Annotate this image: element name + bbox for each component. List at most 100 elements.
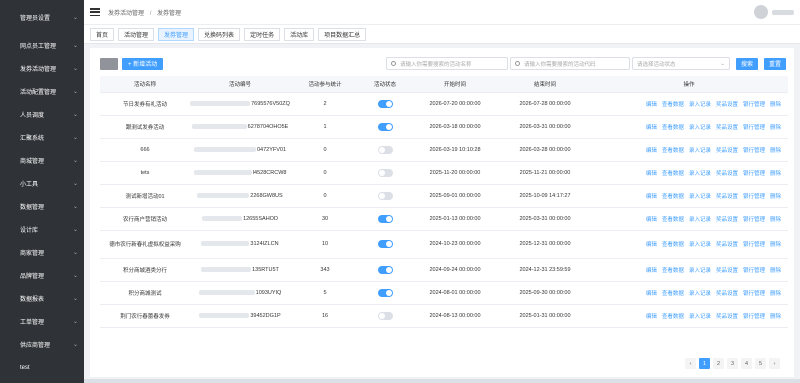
operation-link[interactable]: 编辑 [646,100,657,108]
reset-button[interactable]: 重置 [763,57,786,70]
sidebar-item[interactable]: 设计库 ⌄ [0,218,84,241]
operation-link[interactable]: 编辑 [646,169,657,177]
operation-link[interactable]: 编辑 [646,123,657,131]
sidebar-item[interactable]: test [0,356,84,379]
operation-link[interactable]: 银行管理 [743,169,765,177]
operation-link[interactable]: 录入记录 [689,240,711,248]
search-button[interactable]: 搜索 [735,57,758,70]
sidebar-item[interactable]: 品牌管理 ⌄ [0,264,84,287]
add-activity-button[interactable]: + 新增活动 [122,57,164,70]
status-toggle[interactable] [377,311,393,320]
operation-link[interactable]: 奖品设置 [716,146,738,154]
operation-link[interactable]: 银行管理 [743,312,765,320]
operation-link[interactable]: 录入记录 [689,312,711,320]
sidebar-item[interactable]: 发券活动管理 ⌄ [0,57,84,80]
status-toggle[interactable] [377,168,393,177]
operation-link[interactable]: 银行管理 [743,123,765,131]
operation-link[interactable]: 查看数据 [662,240,684,248]
operation-link[interactable]: 奖品设置 [716,169,738,177]
page-number[interactable]: 4 [741,358,752,369]
activity-name-search-input[interactable]: 请输入你需要搜索的活动名称 [385,57,508,70]
operation-link[interactable]: 银行管理 [743,240,765,248]
tab[interactable]: 发券管理 [158,27,195,41]
operation-link[interactable]: 删除 [770,100,781,108]
operation-link[interactable]: 删除 [770,266,781,274]
operation-link[interactable]: 查看数据 [662,289,684,297]
hamburger-icon[interactable] [90,8,100,16]
tab[interactable]: 活动库 [284,27,315,41]
operation-link[interactable]: 删除 [770,289,781,297]
operation-link[interactable]: 录入记录 [689,100,711,108]
sidebar-item[interactable]: 工单管理 ⌄ [0,310,84,333]
operation-link[interactable]: 删除 [770,192,781,200]
sidebar-item[interactable]: 汇聚系统 ⌄ [0,126,84,149]
operation-link[interactable]: 奖品设置 [716,266,738,274]
operation-link[interactable]: 查看数据 [662,312,684,320]
status-toggle[interactable] [377,265,393,274]
operation-link[interactable]: 查看数据 [662,100,684,108]
operation-link[interactable]: 删除 [770,146,781,154]
tab[interactable]: 首页 [90,27,115,41]
operation-link[interactable]: 编辑 [646,289,657,297]
sidebar-item[interactable]: 活动配置管理 ⌄ [0,80,84,103]
sidebar-item[interactable]: 人员调度 ⌄ [0,103,84,126]
operation-link[interactable]: 奖品设置 [716,240,738,248]
operation-link[interactable]: 奖品设置 [716,215,738,223]
operation-link[interactable]: 删除 [770,215,781,223]
operation-link[interactable]: 奖品设置 [716,312,738,320]
operation-link[interactable]: 银行管理 [743,192,765,200]
operation-link[interactable]: 编辑 [646,266,657,274]
sidebar-item[interactable]: 数据管理 ⌄ [0,195,84,218]
operation-link[interactable]: 查看数据 [662,169,684,177]
operation-link[interactable]: 录入记录 [689,146,711,154]
status-toggle[interactable] [377,288,393,297]
page-number[interactable]: 3 [727,358,738,369]
operation-link[interactable]: 查看数据 [662,123,684,131]
user-area[interactable] [754,5,794,19]
operation-link[interactable]: 编辑 [646,240,657,248]
operation-link[interactable]: 录入记录 [689,289,711,297]
status-toggle[interactable] [377,122,393,131]
tab[interactable]: 活动管理 [118,27,155,41]
operation-link[interactable]: 编辑 [646,215,657,223]
operation-link[interactable]: 录入记录 [689,266,711,274]
avatar[interactable] [754,5,768,19]
status-toggle[interactable] [377,214,393,223]
sidebar-item[interactable]: 商城管理 ⌄ [0,149,84,172]
status-toggle[interactable] [377,145,393,154]
sidebar-item[interactable]: 网点员工管理 ⌄ [0,34,84,57]
horizontal-scrollbar[interactable] [84,379,800,383]
operation-link[interactable]: 银行管理 [743,266,765,274]
breadcrumb-item[interactable]: 发券活动管理 [108,11,144,17]
prev-page-button[interactable]: ‹ [685,358,696,369]
tab[interactable]: 兑换码列表 [198,27,241,41]
page-number[interactable]: 1 [699,358,710,369]
operation-link[interactable]: 查看数据 [662,192,684,200]
operation-link[interactable]: 删除 [770,169,781,177]
operation-link[interactable]: 编辑 [646,192,657,200]
operation-link[interactable]: 银行管理 [743,146,765,154]
user-name-redacted[interactable] [772,9,794,15]
operation-link[interactable]: 银行管理 [743,100,765,108]
operation-link[interactable]: 银行管理 [743,215,765,223]
page-number[interactable]: 2 [713,358,724,369]
operation-link[interactable]: 删除 [770,123,781,131]
sidebar-item[interactable]: 管理员设置 ⌄ [0,0,84,34]
status-toggle[interactable] [377,99,393,108]
operation-link[interactable]: 录入记录 [689,215,711,223]
operation-link[interactable]: 奖品设置 [716,192,738,200]
sidebar-item[interactable]: 供应商管理 ⌄ [0,333,84,356]
sidebar-item[interactable]: 商家管理 ⌄ [0,241,84,264]
operation-link[interactable]: 删除 [770,312,781,320]
collapse-button[interactable] [100,57,118,70]
operation-link[interactable]: 编辑 [646,312,657,320]
operation-link[interactable]: 查看数据 [662,215,684,223]
operation-link[interactable]: 奖品设置 [716,123,738,131]
operation-link[interactable]: 录入记录 [689,192,711,200]
tab[interactable]: 定时任务 [244,27,281,41]
operation-link[interactable]: 银行管理 [743,289,765,297]
tab[interactable]: 项目数据汇总 [318,27,367,41]
operation-link[interactable]: 录入记录 [689,169,711,177]
sidebar-item[interactable]: 数据报表 ⌄ [0,287,84,310]
operation-link[interactable]: 查看数据 [662,146,684,154]
